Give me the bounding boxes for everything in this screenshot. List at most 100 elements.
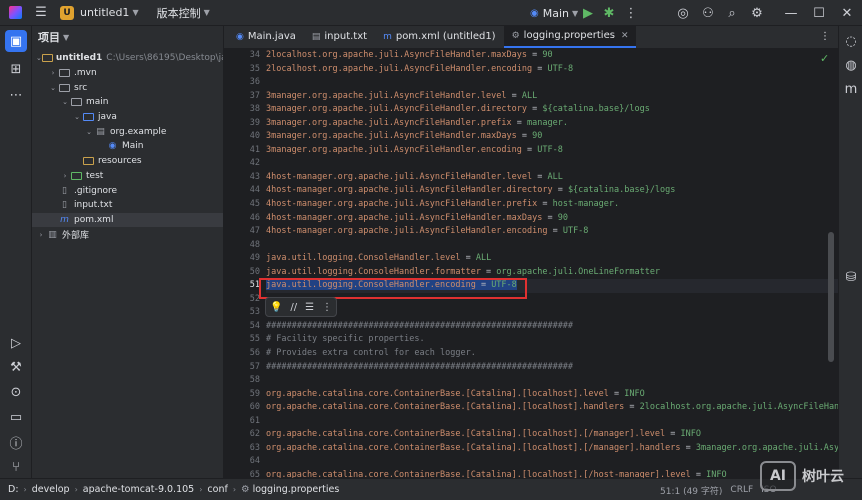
project-switcher[interactable]: U untitled1 ▼ — [60, 5, 139, 20]
chevron-down-icon[interactable]: ⌄ — [48, 84, 58, 92]
code-line[interactable] — [266, 239, 838, 253]
notifications-icon[interactable]: ◌ — [840, 30, 862, 52]
code-line[interactable]: 3manager.org.apache.juli.AsyncFileHandle… — [266, 130, 838, 144]
ai-assistant-icon[interactable]: ◎ — [672, 2, 694, 24]
tab-input-txt[interactable]: ▤ input.txt — [304, 26, 375, 48]
chevron-down-icon[interactable]: ⌄ — [84, 128, 94, 136]
debug-icon[interactable]: ✱ — [598, 2, 620, 24]
maximize-icon[interactable]: ☐ — [808, 2, 830, 24]
code-line[interactable]: 3manager.org.apache.juli.AsyncFileHandle… — [266, 144, 838, 158]
code-line[interactable]: org.apache.catalina.core.ContainerBase.[… — [266, 428, 838, 442]
tree-item[interactable]: ⌄ java — [32, 110, 223, 125]
more-tools-icon[interactable]: ⋯ — [5, 84, 27, 106]
project-panel-header[interactable]: 项目 ▼ — [32, 26, 223, 48]
code-line[interactable] — [266, 157, 838, 171]
more-actions-icon[interactable]: ⋮ — [620, 2, 642, 24]
run-icon[interactable]: ▶ — [577, 2, 599, 24]
java-class-icon: ◉ — [530, 7, 539, 19]
breadcrumb-item[interactable]: conf — [207, 484, 227, 495]
chevron-right-icon: › — [23, 485, 27, 494]
tree-item[interactable]: m pom.xml — [32, 212, 223, 228]
code-line[interactable] — [266, 306, 838, 320]
code-comment-line[interactable]: # Provides extra control for each logger… — [266, 347, 838, 361]
project-tool-icon[interactable]: ▣ — [5, 30, 27, 52]
code-line[interactable] — [266, 374, 838, 388]
chevron-right-icon[interactable]: › — [60, 172, 70, 180]
services-tool-icon[interactable]: ⊙ — [5, 381, 27, 403]
code-line[interactable]: 3manager.org.apache.juli.AsyncFileHandle… — [266, 90, 838, 104]
tree-item[interactable]: ▯ .gitignore — [32, 183, 223, 198]
tab-overflow-icon[interactable]: ⋮ — [812, 26, 838, 48]
code-line[interactable] — [266, 76, 838, 90]
database-tool-icon[interactable]: ⛁ — [840, 266, 862, 288]
code-line[interactable]: 3manager.org.apache.juli.AsyncFileHandle… — [266, 103, 838, 117]
code-comment-line[interactable]: ########################################… — [266, 320, 838, 334]
maven-tool-icon[interactable]: m — [840, 78, 862, 100]
minimize-icon[interactable]: — — [780, 2, 802, 24]
tab-logging-properties[interactable]: ⚙ logging.properties ✕ — [503, 26, 637, 48]
tree-item[interactable]: ⌄ main — [32, 95, 223, 110]
breadcrumb-item[interactable]: develop — [32, 484, 70, 495]
terminal-tool-icon[interactable]: ▭ — [5, 406, 27, 428]
problems-tool-icon[interactable]: ⓘ — [5, 431, 27, 453]
structure-tool-icon[interactable]: ⊞ — [5, 58, 27, 80]
tree-item[interactable]: ⌄ src — [32, 80, 223, 95]
inspection-ok-icon[interactable]: ✓ — [820, 52, 829, 65]
tree-item[interactable]: › test — [32, 169, 223, 184]
code-line[interactable] — [266, 455, 838, 469]
vcs-widget[interactable]: 版本控制 ▼ — [157, 5, 210, 21]
gear-icon[interactable]: ⚙ — [746, 2, 768, 24]
run-tool-icon[interactable]: ▷ — [5, 332, 27, 354]
code-line[interactable] — [266, 415, 838, 429]
code-line[interactable]: org.apache.catalina.core.ContainerBase.[… — [266, 401, 838, 415]
tab-pom-xml-untitled1-[interactable]: m pom.xml (untitled1) — [375, 26, 504, 48]
code-line[interactable]: 4host-manager.org.apache.juli.AsyncFileH… — [266, 198, 838, 212]
code-line[interactable]: 4host-manager.org.apache.juli.AsyncFileH… — [266, 184, 838, 198]
add-user-icon[interactable]: ⚇ — [697, 2, 719, 24]
search-icon[interactable]: ⌕ — [721, 2, 743, 24]
code-line[interactable]: org.apache.catalina.core.ContainerBase.[… — [266, 469, 838, 478]
code-line[interactable]: 4host-manager.org.apache.juli.AsyncFileH… — [266, 212, 838, 226]
code-line[interactable]: 4host-manager.org.apache.juli.AsyncFileH… — [266, 171, 838, 185]
lightbulb-icon[interactable]: 💡 — [270, 302, 282, 313]
ai-chat-icon[interactable]: ◍ — [840, 54, 862, 76]
chevron-down-icon[interactable]: ⌄ — [60, 98, 70, 106]
chevron-right-icon[interactable]: › — [36, 231, 46, 239]
more-icon[interactable]: ⋮ — [322, 302, 332, 313]
code-line[interactable]: 4host-manager.org.apache.juli.AsyncFileH… — [266, 225, 838, 239]
code-line[interactable]: org.apache.catalina.core.ContainerBase.[… — [266, 442, 838, 456]
code-area[interactable]: 2localhost.org.apache.juli.AsyncFileHand… — [266, 49, 838, 478]
close-icon[interactable]: ✕ — [836, 2, 858, 24]
caret-position[interactable]: 51:1 (49 字符) — [660, 484, 722, 497]
run-config-selector[interactable]: ◉ Main ▼ — [530, 2, 578, 24]
tab-main-java[interactable]: ◉ Main.java — [228, 26, 304, 48]
code-comment-line[interactable]: ########################################… — [266, 361, 838, 375]
comment-icon[interactable]: // — [290, 302, 297, 313]
code-line[interactable]: java.util.logging.ConsoleHandler.level =… — [266, 252, 838, 266]
code-comment-line[interactable]: # Facility specific properties. — [266, 333, 838, 347]
property-key: 3manager.org.apache.juli.AsyncFileHandle… — [266, 104, 527, 115]
build-tool-icon[interactable]: ⚒ — [5, 356, 27, 378]
code-line[interactable]: 3manager.org.apache.juli.AsyncFileHandle… — [266, 117, 838, 131]
close-icon[interactable]: ✕ — [621, 31, 629, 41]
line-separator[interactable]: CRLF — [730, 485, 753, 495]
tree-item[interactable]: › .mvn — [32, 66, 223, 81]
git-tool-icon[interactable]: ⑂ — [5, 456, 27, 478]
tree-item[interactable]: ◉ Main — [32, 139, 223, 154]
chevron-down-icon[interactable]: ⌄ — [72, 113, 82, 121]
breadcrumb-item[interactable]: D: — [8, 484, 19, 495]
tree-item[interactable]: ⌄untitled1C:\Users\86195\Desktop\java_de… — [32, 51, 223, 66]
main-menu-icon[interactable]: ☰ — [30, 2, 52, 24]
chevron-right-icon[interactable]: › — [48, 69, 58, 77]
tree-item[interactable]: resources — [32, 154, 223, 169]
tree-item[interactable]: ▯ input.txt — [32, 198, 223, 213]
editor-scrollbar[interactable] — [828, 232, 834, 362]
tree-item[interactable]: › ▥ 外部库 — [32, 227, 223, 242]
breadcrumb-item[interactable]: apache-tomcat-9.0.105 — [83, 484, 194, 495]
code-line[interactable]: 2localhost.org.apache.juli.AsyncFileHand… — [266, 63, 838, 77]
reformat-icon[interactable]: ☰ — [305, 302, 314, 313]
breadcrumb-item[interactable]: logging.properties — [253, 484, 340, 495]
tree-item[interactable]: ⌄ ▤ org.example — [32, 124, 223, 139]
code-line[interactable]: 2localhost.org.apache.juli.AsyncFileHand… — [266, 49, 838, 63]
code-line[interactable]: org.apache.catalina.core.ContainerBase.[… — [266, 388, 838, 402]
